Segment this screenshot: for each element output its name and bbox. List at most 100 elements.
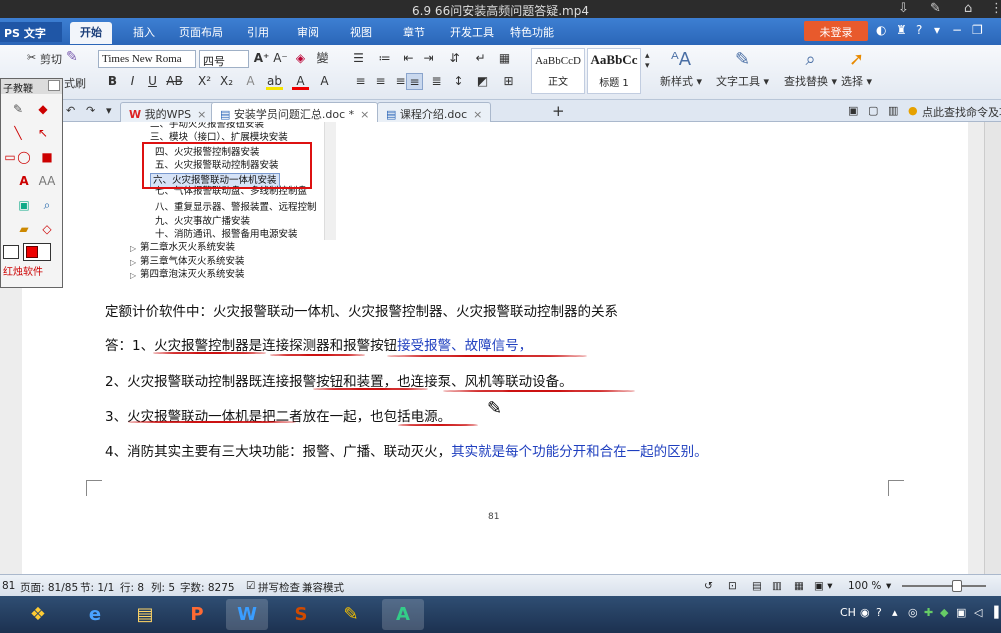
find-replace-button[interactable]: ⌕ 查找替换 ▾ (784, 49, 837, 89)
shirt-icon[interactable]: ♜ (896, 23, 907, 37)
shield-icon[interactable]: ◆ (940, 606, 948, 619)
fullscreen-icon[interactable]: ▢ (868, 104, 878, 117)
grid-icon[interactable]: ▥ (888, 104, 898, 117)
tab-developer[interactable]: 开发工具 (450, 24, 494, 40)
text-effect-icon[interactable]: A (242, 73, 259, 90)
ime-icon[interactable]: ◉ (860, 606, 870, 619)
close-icon[interactable]: × (360, 108, 369, 121)
close-icon[interactable]: × (473, 108, 482, 121)
line-icon[interactable]: ╲ (9, 125, 27, 141)
style-scroll-icon[interactable]: ▴ ▾ (645, 51, 650, 71)
help-icon[interactable]: ? (916, 23, 922, 37)
toc-scrollbar[interactable] (324, 122, 336, 240)
tab-special[interactable]: 特色功能 (510, 24, 554, 40)
explorer-icon[interactable]: ▤ (124, 599, 166, 630)
close-icon[interactable]: × (197, 108, 206, 121)
folder-icon[interactable]: ▰ (15, 221, 33, 237)
download-icon[interactable]: ⇩ (898, 1, 909, 16)
tab-my-wps[interactable]: W 我的WPS × (120, 102, 216, 122)
arrow-icon[interactable]: ↖ (34, 125, 52, 141)
tray-expand-icon[interactable]: ▴ (892, 606, 898, 619)
filled-rect-icon[interactable]: ■ (38, 149, 56, 165)
status-words[interactable]: 字数: 8275 (180, 580, 235, 595)
clear-format-icon[interactable]: ◈ (292, 50, 309, 67)
status-page[interactable]: 页面: 81/85 (20, 580, 78, 595)
toc-chapter[interactable]: 第四章泡沫灭火系统安装 (140, 268, 245, 280)
start-button[interactable]: ❖ (18, 599, 58, 630)
tab-doc-course[interactable]: ▤ 课程介绍.doc × (377, 102, 492, 122)
quick-access-dropdown-icon[interactable]: ▾ (106, 104, 112, 117)
vertical-scrollbar[interactable] (984, 122, 1001, 574)
color-select[interactable] (23, 243, 51, 261)
chinese-layout-icon[interactable]: ⇵ (446, 50, 463, 67)
restore-icon[interactable]: ❐ (972, 23, 983, 37)
italic-icon[interactable]: I (124, 73, 141, 90)
line-spacing-icon[interactable]: ↕ (450, 73, 467, 90)
align-center-icon[interactable]: ≡ (372, 73, 389, 90)
pencil-icon[interactable]: ✎ (9, 101, 27, 117)
security-icon[interactable]: ✚ (924, 606, 933, 619)
tab-page-layout[interactable]: 页面布局 (179, 24, 223, 40)
tab-view[interactable]: 视图 (350, 24, 372, 40)
tab-home[interactable]: 开始 (70, 22, 112, 44)
distribute-icon[interactable]: ≣ (428, 73, 445, 90)
new-style-button[interactable]: ᴬA 新样式 ▾ (660, 49, 702, 89)
zoom-slider-knob[interactable] (952, 580, 962, 592)
cut-label[interactable]: 剪切 (40, 51, 62, 67)
zoom-dropdown-icon[interactable]: ▾ (886, 580, 891, 592)
zoom-level[interactable]: 100 % (848, 580, 881, 592)
command-search-hint[interactable]: 点此查找命令及功 (922, 104, 1001, 120)
restore-view-icon[interactable]: ↺ (704, 580, 713, 592)
char-border-icon[interactable]: A (316, 73, 333, 90)
wps-spreadsheet-icon[interactable]: S (280, 599, 322, 630)
ie-browser-icon[interactable]: e (74, 599, 116, 630)
justify-icon[interactable]: ≡ (406, 73, 423, 90)
wps-writer-icon[interactable]: W (226, 599, 268, 630)
login-button[interactable]: 未登录 (804, 21, 868, 41)
bullets-icon[interactable]: ☰ (350, 50, 367, 67)
annotation-app-icon[interactable]: A (382, 599, 424, 630)
notepad-icon[interactable]: ✎ (330, 599, 372, 630)
fit-page-icon[interactable]: ⊡ (728, 580, 737, 592)
select-button[interactable]: ➚ 选择 ▾ (841, 49, 872, 89)
show-marks-icon[interactable]: ↵ (472, 50, 489, 67)
toc-item[interactable]: 九、火灾事故广播安装 (155, 215, 250, 228)
new-tab-icon[interactable]: + (552, 102, 565, 120)
underline-icon[interactable]: U (144, 73, 161, 90)
toc-chapter[interactable]: 第二章水灭火系统安装 (140, 241, 235, 254)
undo-icon[interactable]: ↶ (66, 104, 75, 117)
expand-icon[interactable]: ▷ (130, 269, 136, 280)
font-name-box[interactable]: Times New Roma (98, 50, 196, 68)
font-color-icon[interactable]: A (292, 73, 309, 90)
grow-font-icon[interactable]: A⁺ (253, 50, 270, 67)
style-normal[interactable]: AaBbCcD 正文 (531, 48, 585, 94)
zoom-slider-track[interactable] (902, 585, 986, 587)
highlight-icon[interactable]: ab (266, 73, 283, 90)
skin-icon[interactable]: ◐ (876, 23, 886, 37)
superscript-icon[interactable]: X² (196, 73, 213, 90)
bold-icon[interactable]: B (104, 73, 121, 90)
clear-icon[interactable]: ◇ (38, 221, 56, 237)
reading-view-icon[interactable]: ▣ ▾ (814, 580, 833, 592)
outline-view-icon[interactable]: ▥ (772, 580, 782, 592)
app-menu-button[interactable]: PS 文字 (0, 22, 62, 42)
table-icon[interactable]: ▦ (496, 50, 513, 67)
shading-icon[interactable]: ◩ (474, 73, 491, 90)
more-icon[interactable]: ⋮ (990, 1, 1001, 16)
decrease-indent-icon[interactable]: ⇤ (400, 50, 417, 67)
subscript-icon[interactable]: X₂ (218, 73, 235, 90)
flag-icon[interactable]: ▐ (990, 606, 998, 619)
tray-lang[interactable]: CH (840, 606, 856, 619)
layout-icon[interactable]: ▣ (848, 104, 858, 117)
line-width-select[interactable] (3, 245, 19, 259)
gift-icon[interactable]: ⌂ (964, 1, 972, 16)
dropdown-icon[interactable]: ▾ (934, 23, 940, 37)
strikethrough-icon[interactable]: AB (166, 73, 183, 90)
presentation-icon[interactable]: P (176, 599, 218, 630)
ellipse-icon[interactable]: ◯ (15, 149, 33, 165)
page-view-icon[interactable]: ▤ (752, 580, 762, 592)
screen-icon[interactable]: ▣ (15, 197, 33, 213)
expand-icon[interactable]: ▷ (130, 242, 136, 255)
text-tools-button[interactable]: ✎ 文字工具 ▾ (716, 49, 769, 89)
magnifier-icon[interactable]: ⌕ (38, 197, 56, 213)
